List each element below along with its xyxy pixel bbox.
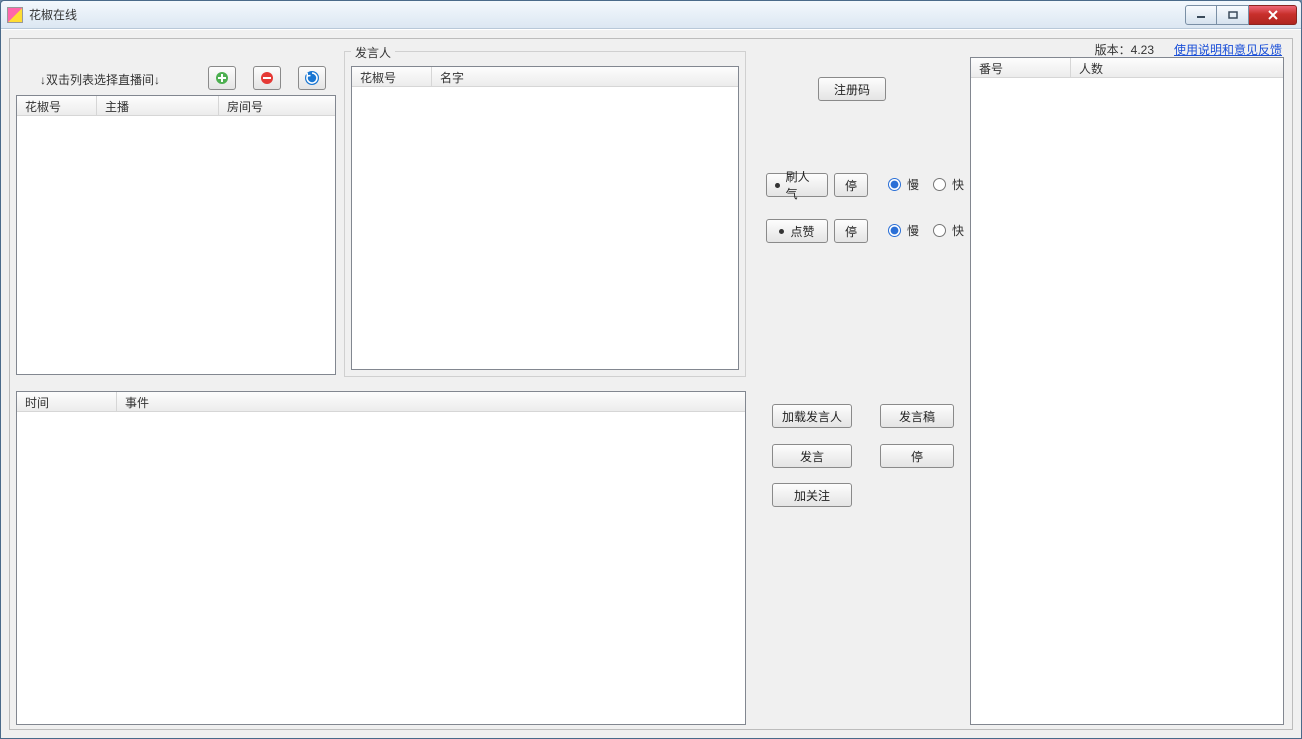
minimize-icon (1196, 11, 1206, 19)
fast-label: 快 (952, 176, 964, 193)
slow-label: 慢 (907, 222, 919, 239)
broadcast-list[interactable]: 花椒号 主播 房间号 (16, 95, 336, 375)
status-dot-icon (779, 229, 784, 234)
main-panel: 版本：4.23 使用说明和意见反馈 ↓双击列表选择直播间↓ 花椒号 主播 房间号 (9, 38, 1293, 730)
speaker-groupbox: 发言人 花椒号 名字 (344, 51, 746, 377)
col-room-id[interactable]: 房间号 (219, 96, 335, 115)
like-slow-radio[interactable] (888, 224, 901, 237)
load-speakers-button[interactable]: 加载发言人 (772, 404, 852, 428)
col-time[interactable]: 时间 (17, 392, 117, 411)
col-event[interactable]: 事件 (117, 392, 745, 411)
popularity-speed-group: 慢 快 (878, 176, 964, 193)
right-list-header: 番号 人数 (971, 58, 1283, 78)
maximize-button[interactable] (1217, 5, 1249, 25)
popularity-label: 刷人气 (786, 168, 819, 202)
col-speaker-name[interactable]: 名字 (432, 67, 738, 86)
close-icon (1267, 10, 1279, 20)
like-speed-group: 慢 快 (878, 222, 964, 239)
close-button[interactable] (1249, 5, 1297, 25)
event-list[interactable]: 时间 事件 (16, 391, 746, 725)
col-speaker-huajiao[interactable]: 花椒号 (352, 67, 432, 86)
help-link[interactable]: 使用说明和意见反馈 (1174, 41, 1282, 58)
col-anchor[interactable]: 主播 (97, 96, 219, 115)
refresh-button[interactable] (298, 66, 326, 90)
right-list[interactable]: 番号 人数 (970, 57, 1284, 725)
popularity-stop-button[interactable]: 停 (834, 173, 868, 197)
col-count[interactable]: 人数 (1071, 58, 1283, 77)
speak-button[interactable]: 发言 (772, 444, 852, 468)
window-title: 花椒在线 (29, 6, 77, 23)
app-window: 花椒在线 版本：4.23 使用说明和意见反馈 ↓双击列表选择直播间↓ (0, 0, 1302, 739)
col-huajiao-id[interactable]: 花椒号 (17, 96, 97, 115)
client-area: 版本：4.23 使用说明和意见反馈 ↓双击列表选择直播间↓ 花椒号 主播 房间号 (1, 29, 1301, 738)
instruction-label: ↓双击列表选择直播间↓ (40, 71, 160, 88)
minimize-button[interactable] (1185, 5, 1217, 25)
speaker-group-title: 发言人 (351, 44, 395, 61)
fast-label: 快 (952, 222, 964, 239)
add-button[interactable] (208, 66, 236, 90)
remove-button[interactable] (253, 66, 281, 90)
speaker-list[interactable]: 花椒号 名字 (351, 66, 739, 370)
broadcast-list-header: 花椒号 主播 房间号 (17, 96, 335, 116)
event-list-header: 时间 事件 (17, 392, 745, 412)
titlebar: 花椒在线 (1, 1, 1301, 29)
script-button[interactable]: 发言稿 (880, 404, 954, 428)
window-controls (1185, 5, 1297, 25)
popularity-button[interactable]: 刷人气 (766, 173, 828, 197)
remove-icon (259, 70, 275, 86)
app-icon (7, 7, 23, 23)
slow-label: 慢 (907, 176, 919, 193)
add-icon (214, 70, 230, 86)
like-button[interactable]: 点赞 (766, 219, 828, 243)
register-code-button[interactable]: 注册码 (818, 77, 886, 101)
version-label: 版本：4.23 (1095, 41, 1154, 58)
popularity-fast-radio[interactable] (933, 178, 946, 191)
like-stop-button[interactable]: 停 (834, 219, 868, 243)
popularity-slow-radio[interactable] (888, 178, 901, 191)
status-dot-icon (775, 183, 780, 188)
like-fast-radio[interactable] (933, 224, 946, 237)
like-label: 点赞 (790, 223, 814, 240)
follow-button[interactable]: 加关注 (772, 483, 852, 507)
speak-stop-button[interactable]: 停 (880, 444, 954, 468)
maximize-icon (1228, 11, 1238, 19)
refresh-icon (304, 70, 320, 86)
col-id[interactable]: 番号 (971, 58, 1071, 77)
speaker-list-header: 花椒号 名字 (352, 67, 738, 87)
